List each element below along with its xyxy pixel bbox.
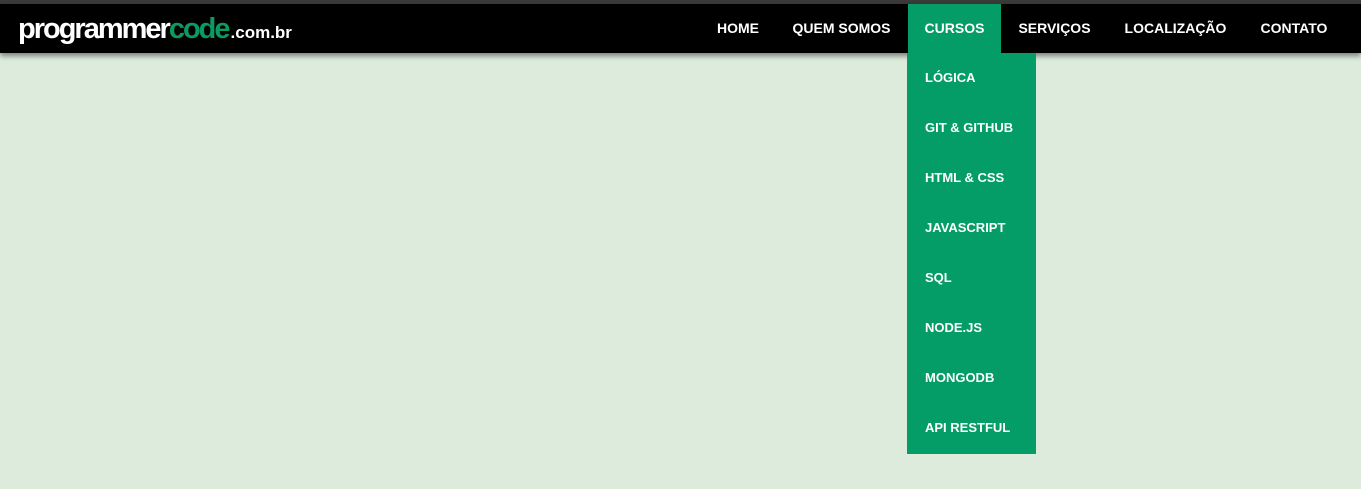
dropdown-item-sql[interactable]: SQL bbox=[907, 253, 1036, 303]
site-header: programmercode .com.br HOME QUEM SOMOS CU… bbox=[0, 4, 1361, 53]
dropdown-item-html-css[interactable]: HTML & CSS bbox=[907, 153, 1036, 203]
nav-item-localizacao[interactable]: LOCALIZAÇÃO bbox=[1108, 4, 1243, 53]
dropdown-item-git-github[interactable]: GIT & GITHUB bbox=[907, 103, 1036, 153]
logo-text-code: code bbox=[168, 13, 231, 45]
nav-item-servicos[interactable]: SERVIÇOS bbox=[1001, 4, 1108, 53]
nav-item-home[interactable]: HOME bbox=[701, 4, 775, 53]
logo-text-programmer: programmer bbox=[18, 13, 171, 45]
dropdown-item-mongodb[interactable]: MONGODB bbox=[907, 353, 1036, 403]
dropdown-item-javascript[interactable]: JAVASCRIPT bbox=[907, 203, 1036, 253]
nav-item-contato[interactable]: CONTATO bbox=[1243, 4, 1345, 53]
nav-item-cursos[interactable]: CURSOS bbox=[908, 4, 1001, 53]
dropdown-item-nodejs[interactable]: NODE.JS bbox=[907, 303, 1036, 353]
site-logo[interactable]: programmercode .com.br bbox=[18, 15, 292, 44]
cursos-dropdown-menu: LÓGICA GIT & GITHUB HTML & CSS JAVASCRIP… bbox=[907, 53, 1036, 454]
nav-item-quem-somos[interactable]: QUEM SOMOS bbox=[775, 4, 908, 53]
dropdown-item-api-restful[interactable]: API RESTFUL bbox=[907, 403, 1036, 453]
dropdown-item-logica[interactable]: LÓGICA bbox=[907, 53, 1036, 103]
logo-text-domain: .com.br bbox=[230, 23, 292, 42]
